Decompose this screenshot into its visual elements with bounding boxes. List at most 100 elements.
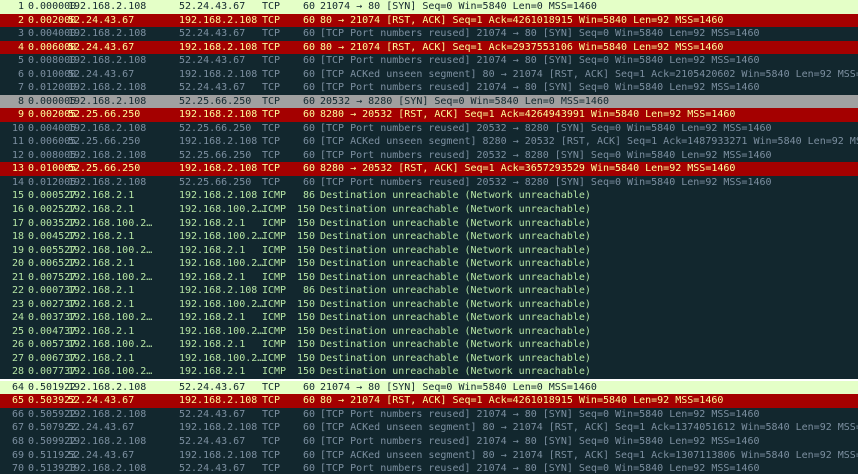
packet-number: 69	[11, 449, 24, 461]
packet-row[interactable]: 23 0.002737 192.168.2.1 192.168.100.2… I…	[0, 297, 858, 312]
packet-destination: 192.168.2.108	[179, 109, 258, 121]
packet-list: 1 0.000000 192.168.2.108 52.24.43.67 TCP…	[0, 0, 858, 474]
packet-protocol: ICMP	[262, 325, 287, 337]
packet-row[interactable]: 27 0.006737 192.168.2.1 192.168.100.2… I…	[0, 351, 858, 366]
packet-length: 60	[302, 163, 315, 175]
packet-row[interactable]: 11 0.006005 52.25.66.250 192.168.2.108 T…	[0, 135, 858, 149]
packet-destination: 192.168.2.108	[179, 395, 258, 407]
packet-info: 20532 → 8280 [SYN] Seq=0 Win=5840 Len=0 …	[320, 95, 609, 107]
packet-row[interactable]: 65 0.503922 52.24.43.67 192.168.2.108 TC…	[0, 394, 858, 408]
packet-row[interactable]: 8 0.000005 192.168.2.108 52.25.66.250 TC…	[0, 94, 858, 109]
packet-length: 60	[302, 381, 315, 393]
packet-destination: 192.168.2.108	[179, 285, 258, 297]
packet-row[interactable]: 26 0.005737 192.168.100.2… 192.168.2.1 I…	[0, 338, 858, 352]
packet-protocol: TCP	[262, 55, 281, 67]
packet-row[interactable]: 12 0.008005 192.168.2.108 52.25.66.250 T…	[0, 148, 858, 163]
packet-row[interactable]: 70 0.513923 192.168.2.108 52.24.43.67 TC…	[0, 462, 858, 474]
packet-number: 10	[11, 122, 24, 134]
packet-number: 22	[11, 285, 24, 297]
packet-info: Destination unreachable (Network unreach…	[320, 312, 591, 324]
packet-info: [TCP ACKed unseen segment] 80 → 21074 [R…	[320, 449, 858, 461]
packet-row[interactable]: 16 0.002527 192.168.2.1 192.168.100.2… I…	[0, 202, 858, 217]
packet-row[interactable]: 64 0.501922 192.168.2.108 52.24.43.67 TC…	[0, 378, 858, 395]
packet-row[interactable]: 6 0.010000 52.24.43.67 192.168.2.108 TCP…	[0, 67, 858, 82]
packet-row[interactable]: 4 0.006000 52.24.43.67 192.168.2.108 TCP…	[0, 40, 858, 55]
packet-info: [TCP Port numbers reused] 21074 → 80 [SY…	[320, 463, 760, 474]
packet-info: 21074 → 80 [SYN] Seq=0 Win=5840 Len=0 MS…	[320, 381, 597, 393]
packet-row[interactable]: 19 0.005527 192.168.100.2… 192.168.2.1 I…	[0, 243, 858, 258]
packet-info: [TCP Port numbers reused] 21074 → 80 [SY…	[320, 28, 760, 40]
packet-source: 192.168.100.2…	[68, 312, 153, 324]
packet-row[interactable]: 67 0.507922 52.24.43.67 192.168.2.108 TC…	[0, 421, 858, 435]
packet-length: 150	[296, 231, 315, 243]
packet-destination: 192.168.2.1	[179, 366, 246, 378]
packet-destination: 192.168.100.2…	[179, 258, 264, 270]
packet-row[interactable]: 21 0.007527 192.168.100.2… 192.168.2.1 I…	[0, 270, 858, 285]
packet-destination: 52.24.43.67	[179, 463, 246, 474]
packet-info: Destination unreachable (Network unreach…	[320, 244, 591, 256]
packet-number: 16	[11, 203, 24, 215]
packet-row[interactable]: 3 0.004000 192.168.2.108 52.24.43.67 TCP…	[0, 27, 858, 41]
packet-length: 60	[302, 463, 315, 474]
packet-row[interactable]: 2 0.002000 52.24.43.67 192.168.2.108 TCP…	[0, 13, 858, 28]
packet-info: 21074 → 80 [SYN] Seq=0 Win=5840 Len=0 MS…	[320, 1, 597, 12]
packet-number: 28	[11, 366, 24, 378]
packet-info: Destination unreachable (Network unreach…	[320, 325, 591, 337]
packet-row[interactable]: 10 0.004005 192.168.2.108 52.25.66.250 T…	[0, 121, 858, 136]
packet-row[interactable]: 18 0.004527 192.168.2.1 192.168.100.2… I…	[0, 230, 858, 244]
packet-length: 60	[302, 82, 315, 94]
packet-row[interactable]: 28 0.007737 192.168.100.2… 192.168.2.1 I…	[0, 365, 858, 379]
packet-row[interactable]: 17 0.003527 192.168.100.2… 192.168.2.1 I…	[0, 216, 858, 231]
packet-source: 192.168.100.2…	[68, 366, 153, 378]
packet-info: Destination unreachable (Network unreach…	[320, 285, 591, 297]
packet-protocol: TCP	[262, 109, 281, 121]
packet-row[interactable]: 69 0.511923 52.24.43.67 192.168.2.108 TC…	[0, 448, 858, 463]
packet-row[interactable]: 25 0.004737 192.168.2.1 192.168.100.2… I…	[0, 324, 858, 339]
packet-protocol: TCP	[262, 395, 281, 407]
packet-info: [TCP Port numbers reused] 21074 → 80 [SY…	[320, 436, 760, 447]
packet-protocol: TCP	[262, 41, 281, 53]
packet-info: 8280 → 20532 [RST, ACK] Seq=1 Ack=426494…	[320, 109, 736, 121]
packet-protocol: TCP	[262, 463, 281, 474]
packet-row[interactable]: 9 0.002005 52.25.66.250 192.168.2.108 TC…	[0, 108, 858, 122]
packet-row[interactable]: 22 0.000737 192.168.2.1 192.168.2.108 IC…	[0, 284, 858, 298]
packet-row[interactable]: 14 0.012005 192.168.2.108 52.25.66.250 T…	[0, 175, 858, 190]
packet-info: Destination unreachable (Network unreach…	[320, 231, 591, 243]
packet-protocol: TCP	[262, 436, 281, 447]
packet-info: [TCP Port numbers reused] 20532 → 8280 […	[320, 122, 772, 134]
packet-row[interactable]: 24 0.003737 192.168.100.2… 192.168.2.1 I…	[0, 311, 858, 325]
packet-row[interactable]: 13 0.010005 52.25.66.250 192.168.2.108 T…	[0, 162, 858, 176]
packet-info: [TCP Port numbers reused] 21074 → 80 [SY…	[320, 55, 760, 67]
packet-row[interactable]: 15 0.000527 192.168.2.1 192.168.2.108 IC…	[0, 189, 858, 203]
packet-source: 192.168.100.2…	[68, 339, 153, 351]
packet-destination: 52.25.66.250	[179, 122, 252, 134]
packet-source: 192.168.2.108	[68, 176, 147, 188]
packet-row[interactable]: 68 0.509922 192.168.2.108 52.24.43.67 TC…	[0, 435, 858, 449]
packet-length: 60	[302, 28, 315, 40]
packet-row[interactable]: 20 0.006527 192.168.2.1 192.168.100.2… I…	[0, 257, 858, 271]
packet-number: 2	[17, 14, 24, 26]
packet-protocol: ICMP	[262, 352, 287, 364]
packet-number: 68	[11, 436, 24, 447]
packet-source: 192.168.100.2…	[68, 244, 153, 256]
packet-number: 23	[11, 298, 24, 310]
packet-length: 150	[296, 203, 315, 215]
packet-number: 67	[11, 422, 24, 434]
packet-row[interactable]: 1 0.000000 192.168.2.108 52.24.43.67 TCP…	[0, 0, 858, 14]
packet-destination: 192.168.2.108	[179, 41, 258, 53]
packet-row[interactable]: 7 0.012000 192.168.2.108 52.24.43.67 TCP…	[0, 81, 858, 95]
packet-number: 6	[17, 68, 24, 80]
packet-source: 192.168.2.108	[68, 149, 147, 161]
packet-source: 192.168.2.108	[68, 436, 147, 447]
packet-source: 192.168.2.108	[68, 95, 147, 107]
packet-info: Destination unreachable (Network unreach…	[320, 258, 591, 270]
packet-row[interactable]: 66 0.505922 192.168.2.108 52.24.43.67 TC…	[0, 407, 858, 422]
packet-destination: 192.168.2.1	[179, 271, 246, 283]
packet-number: 64	[11, 381, 24, 393]
packet-protocol: ICMP	[262, 190, 287, 202]
packet-row[interactable]: 5 0.008000 192.168.2.108 52.24.43.67 TCP…	[0, 54, 858, 68]
packet-length: 150	[296, 244, 315, 256]
packet-protocol: TCP	[262, 176, 281, 188]
packet-destination: 192.168.2.108	[179, 422, 258, 434]
packet-destination: 52.25.66.250	[179, 176, 252, 188]
